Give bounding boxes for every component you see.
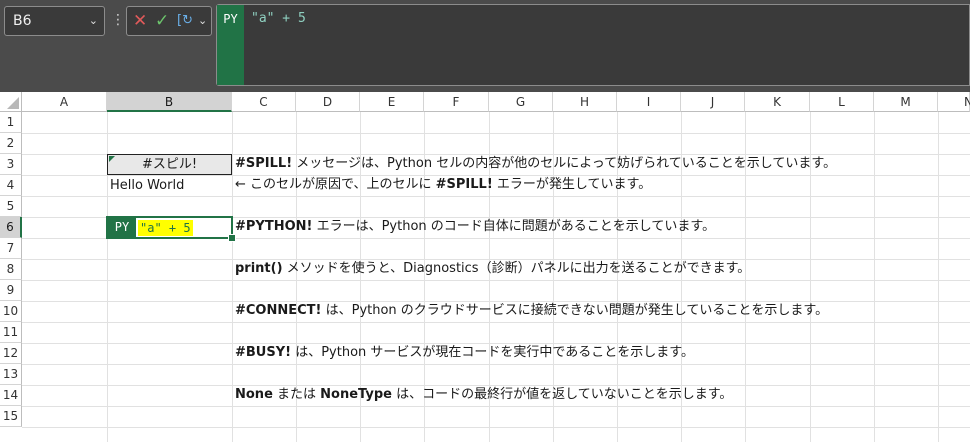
cell-c14-bold: None: [235, 387, 273, 402]
column-header-m[interactable]: M: [874, 92, 938, 112]
more-options-icon[interactable]: ⋮: [111, 10, 125, 30]
formula-bar-area: B6 ⌄ ⋮ ✕ ✓ [↻ ⌄ PY "a" + 5: [0, 0, 970, 92]
cell-b4[interactable]: Hello World: [110, 176, 184, 196]
column-header-i[interactable]: I: [617, 92, 681, 112]
cell-c10-text: は、Python のクラウドサービスに接続できない問題が発生していることを示しま…: [321, 303, 829, 318]
row-header-3[interactable]: 3: [0, 154, 22, 175]
cell-c3[interactable]: #SPILL! メッセージは、Python セルの内容が他のセルによって妨げられ…: [235, 154, 836, 174]
row-header-12[interactable]: 12: [0, 343, 22, 364]
formula-text[interactable]: "a" + 5: [251, 11, 306, 26]
cell-b6-expression[interactable]: "a" + 5: [138, 220, 193, 236]
select-all-button[interactable]: [0, 92, 22, 112]
cell-c6[interactable]: #PYTHON! エラーは、Python のコード自体に問題があることを示してい…: [235, 217, 715, 237]
python-badge: PY: [217, 5, 244, 85]
row-header-8[interactable]: 8: [0, 259, 22, 280]
cell-c4[interactable]: ← このセルが原因で、上のセルに #SPILL! エラーが発生しています。: [235, 175, 651, 195]
column-header-l[interactable]: L: [810, 92, 874, 112]
cell-b3-spill-error[interactable]: #スピル!: [107, 154, 232, 175]
python-insert-icon[interactable]: [↻: [177, 11, 193, 31]
cell-c10-bold: #CONNECT!: [235, 303, 322, 318]
row-header-10[interactable]: 10: [0, 301, 22, 322]
column-header-a[interactable]: A: [22, 92, 107, 112]
cell-c3-bold: #SPILL!: [235, 156, 293, 171]
cell-c8-text: メソッドを使うと、Diagnostics（診断）パネルに出力を送ることができます…: [282, 261, 751, 276]
cell-c3-text: メッセージは、Python セルの内容が他のセルによって妨げられていることを示し…: [292, 156, 837, 171]
cell-c4-text: エラーが発生しています。: [492, 177, 652, 192]
chevron-down-icon[interactable]: ⌄: [89, 7, 98, 35]
row-header-13[interactable]: 13: [0, 364, 22, 385]
name-box-value: B6: [13, 13, 32, 29]
cell-c12-bold: #BUSY!: [235, 345, 292, 360]
column-header-c[interactable]: C: [232, 92, 296, 112]
row-header-4[interactable]: 4: [0, 175, 22, 196]
cell-c14-bold2: NoneType: [320, 387, 392, 402]
row-header-2[interactable]: 2: [0, 133, 22, 154]
cell-c8[interactable]: print() メソッドを使うと、Diagnostics（診断）パネルに出力を送…: [235, 259, 750, 279]
cell-c10[interactable]: #CONNECT! は、Python のクラウドサービスに接続できない問題が発生…: [235, 301, 828, 321]
cell-c6-text: エラーは、Python のコード自体に問題があることを示しています。: [312, 219, 716, 234]
cell-c12-text: は、Python サービスが現在コードを実行中であることを示します。: [291, 345, 694, 360]
cell-c8-bold: print(): [235, 261, 283, 276]
row-header-14[interactable]: 14: [0, 385, 22, 406]
cell-b6-active[interactable]: PY "a" + 5: [106, 216, 236, 242]
row-header-5[interactable]: 5: [0, 196, 22, 217]
row-header-15[interactable]: 15: [0, 406, 22, 427]
formula-actions: ✕ ✓ [↻ ⌄: [126, 6, 212, 36]
column-header-d[interactable]: D: [296, 92, 360, 112]
cell-c14-text: は、コードの最終行が値を返していないことを示します。: [391, 387, 733, 402]
column-header-b[interactable]: B: [107, 92, 232, 112]
row-header-9[interactable]: 9: [0, 280, 22, 301]
column-header-h[interactable]: H: [553, 92, 617, 112]
row-header-1[interactable]: 1: [0, 112, 22, 133]
column-header-n[interactable]: N: [938, 92, 970, 112]
column-header-e[interactable]: E: [360, 92, 424, 112]
column-header-k[interactable]: K: [745, 92, 810, 112]
cell-c12[interactable]: #BUSY! は、Python サービスが現在コードを実行中であることを示します…: [235, 343, 694, 363]
cell-c14[interactable]: None または NoneType は、コードの最終行が値を返していないことを示…: [235, 385, 732, 405]
row-header-6[interactable]: 6: [0, 217, 22, 238]
chevron-down-icon[interactable]: ⌄: [198, 11, 207, 31]
column-header-g[interactable]: G: [489, 92, 553, 112]
row-header-7[interactable]: 7: [0, 238, 22, 259]
row-header-11[interactable]: 11: [0, 322, 22, 343]
cell-c14-mid: または: [272, 387, 321, 402]
formula-input[interactable]: PY "a" + 5: [216, 4, 970, 86]
enter-icon[interactable]: ✓: [155, 11, 169, 31]
name-box[interactable]: B6 ⌄: [4, 6, 105, 36]
cancel-icon[interactable]: ✕: [133, 11, 147, 31]
column-header-j[interactable]: J: [681, 92, 745, 112]
column-header-f[interactable]: F: [424, 92, 489, 112]
cell-c6-bold: #PYTHON!: [235, 219, 313, 234]
python-cell-badge: PY: [108, 218, 136, 237]
cell-c4-pre: ← このセルが原因で、上のセルに: [235, 177, 436, 192]
cell-c4-bold: #SPILL!: [435, 177, 493, 192]
